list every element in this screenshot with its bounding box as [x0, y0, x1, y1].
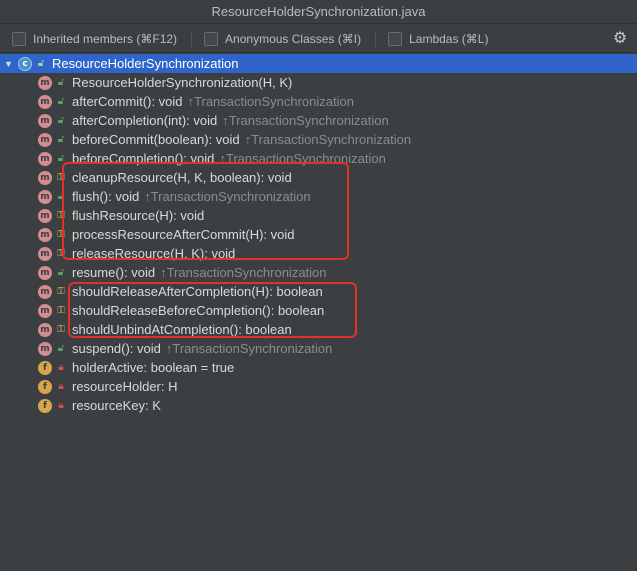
structure-tree: ▼ c 🔓︎ ResourceHolderSynchronization m 🔓︎… — [0, 54, 637, 415]
protected-visibility-icon: ⚿ — [57, 210, 65, 221]
method-icon: m — [38, 227, 52, 242]
protected-visibility-icon: ⚿ — [57, 286, 65, 297]
member-signature: flush(): void — [72, 189, 140, 204]
inherited-from-label: ↑TransactionSynchronization — [219, 151, 386, 166]
class-icon: c — [18, 56, 32, 71]
method-icon: m — [38, 208, 52, 223]
method-icon: m — [38, 284, 52, 299]
tree-method-row[interactable]: m ⚿ flushResource(H): void — [0, 206, 637, 225]
tree-method-row[interactable]: m 🔓︎ afterCompletion(int): void ↑Transactio… — [0, 111, 637, 130]
tree-method-row[interactable]: m ⚿ shouldUnbindAtCompletion(): boolean — [0, 320, 637, 339]
protected-visibility-icon: ⚿ — [57, 248, 65, 259]
divider — [191, 30, 193, 47]
inherited-from-label: ↑TransactionSynchronization — [160, 265, 327, 280]
member-signature: releaseResource(H, K): void — [72, 246, 236, 261]
tree-method-row[interactable]: m 🔓︎ afterCommit(): void ↑TransactionSynchr… — [0, 92, 637, 111]
filter-lambdas[interactable]: Lambdas (⌘L) — [388, 31, 489, 46]
member-signature: beforeCommit(boolean): void — [72, 132, 240, 147]
member-signature: holderActive: boolean = true — [72, 360, 235, 375]
private-visibility-icon: 🔒︎ — [58, 381, 64, 392]
tree-method-row[interactable]: m 🔓︎ ResourceHolderSynchronization(H, K) — [0, 73, 637, 92]
member-signature: ResourceHolderSynchronization(H, K) — [72, 75, 293, 90]
method-icon: m — [38, 322, 52, 337]
member-signature: afterCompletion(int): void — [72, 113, 218, 128]
member-signature: shouldReleaseBeforeCompletion(): boolean — [72, 303, 325, 318]
inherited-members-checkbox[interactable] — [12, 31, 26, 46]
method-icon: m — [38, 246, 52, 261]
inherited-from-label: ↑TransactionSynchronization — [144, 189, 311, 204]
tree-method-row[interactable]: m ⚿ shouldReleaseAfterCompletion(H): boole… — [0, 282, 637, 301]
public-visibility-icon: 🔓︎ — [57, 96, 65, 107]
filter-inherited-members[interactable]: Inherited members (⌘F12) — [12, 31, 178, 46]
public-visibility-icon: 🔓︎ — [57, 77, 65, 88]
private-visibility-icon: 🔒︎ — [58, 362, 64, 373]
public-visibility-icon: 🔓︎ — [57, 343, 65, 354]
inherited-from-label: ↑TransactionSynchronization — [222, 113, 389, 128]
inherited-from-label: ↑TransactionSynchronization — [244, 132, 412, 147]
inherited-from-label: ↑TransactionSynchronization — [187, 94, 354, 109]
tree-root-row[interactable]: ▼ c 🔓︎ ResourceHolderSynchronization — [0, 54, 637, 73]
tree-method-row[interactable]: m ⚿ processResourceAfterCommit(H): void — [0, 225, 637, 244]
method-icon: m — [38, 303, 52, 318]
field-icon: f — [38, 379, 52, 394]
tree-method-row[interactable]: m ⚿ shouldReleaseBeforeCompletion(): boole… — [0, 301, 637, 320]
public-visibility-icon: 🔓︎ — [57, 191, 65, 202]
method-icon: m — [38, 113, 52, 128]
tree-field-row[interactable]: f 🔒︎ resourceHolder: H — [0, 377, 637, 396]
member-signature: cleanupResource(H, K, boolean): void — [72, 170, 292, 185]
filter-anonymous-classes[interactable]: Anonymous Classes (⌘I) — [204, 31, 362, 46]
member-signature: beforeCompletion(): void — [72, 151, 215, 166]
window-title: ResourceHolderSynchronization.java — [0, 0, 637, 24]
public-visibility-icon: 🔓︎ — [57, 153, 65, 164]
field-icon: f — [38, 398, 52, 413]
member-signature: resourceKey: K — [72, 398, 161, 413]
method-icon: m — [38, 151, 52, 166]
tree-method-row[interactable]: m ⚿ cleanupResource(H, K, boolean): void — [0, 168, 637, 187]
divider — [375, 30, 377, 47]
filter-label: Anonymous Classes (⌘I) — [225, 31, 362, 46]
protected-visibility-icon: ⚿ — [57, 324, 65, 335]
member-signature: flushResource(H): void — [72, 208, 205, 223]
filter-label: Inherited members (⌘F12) — [33, 31, 178, 46]
chevron-down-icon[interactable]: ▼ — [4, 59, 14, 69]
tree-method-row[interactable]: m 🔓︎ suspend(): void ↑TransactionSynchroniz… — [0, 339, 637, 358]
public-visibility-icon: 🔓︎ — [57, 267, 65, 278]
protected-visibility-icon: ⚿ — [57, 305, 65, 316]
public-visibility-icon: 🔓︎ — [37, 58, 45, 69]
anonymous-classes-checkbox[interactable] — [204, 31, 219, 46]
tree-method-row[interactable]: m 🔓︎ resume(): void ↑TransactionSynchroniza… — [0, 263, 637, 282]
root-class-name: ResourceHolderSynchronization — [52, 56, 239, 71]
member-signature: suspend(): void — [72, 341, 161, 356]
method-icon: m — [38, 170, 52, 185]
tree-method-row[interactable]: m ⚿ releaseResource(H, K): void — [0, 244, 637, 263]
method-icon: m — [38, 75, 52, 90]
tree-method-row[interactable]: m 🔓︎ beforeCommit(boolean): void ↑Transacti… — [0, 130, 637, 149]
gear-icon[interactable]: ⚙ — [611, 30, 629, 48]
tree-method-row[interactable]: m 🔓︎ beforeCompletion(): void ↑TransactionS… — [0, 149, 637, 168]
method-icon: m — [38, 94, 52, 109]
public-visibility-icon: 🔓︎ — [57, 134, 65, 145]
field-icon: f — [38, 360, 52, 375]
member-signature: shouldUnbindAtCompletion(): boolean — [72, 322, 292, 337]
member-signature: processResourceAfterCommit(H): void — [72, 227, 295, 242]
inherited-from-label: ↑TransactionSynchronization — [165, 341, 333, 356]
member-signature: shouldReleaseAfterCompletion(H): boolean — [72, 284, 323, 299]
public-visibility-icon: 🔓︎ — [57, 115, 65, 126]
tree-field-row[interactable]: f 🔒︎ resourceKey: K — [0, 396, 637, 415]
member-signature: resume(): void — [72, 265, 156, 280]
filter-label: Lambdas (⌘L) — [409, 31, 489, 46]
filter-bar: Inherited members (⌘F12) Anonymous Class… — [0, 25, 637, 53]
member-signature: resourceHolder: H — [72, 379, 178, 394]
method-icon: m — [38, 341, 52, 356]
protected-visibility-icon: ⚿ — [57, 172, 65, 183]
method-icon: m — [38, 132, 52, 147]
private-visibility-icon: 🔒︎ — [58, 400, 64, 411]
method-icon: m — [38, 265, 52, 280]
protected-visibility-icon: ⚿ — [57, 229, 65, 240]
member-signature: afterCommit(): void — [72, 94, 183, 109]
method-icon: m — [38, 189, 52, 204]
tree-field-row[interactable]: f 🔒︎ holderActive: boolean = true — [0, 358, 637, 377]
lambdas-checkbox[interactable] — [388, 31, 403, 46]
tree-method-row[interactable]: m 🔓︎ flush(): void ↑TransactionSynchronizat… — [0, 187, 637, 206]
